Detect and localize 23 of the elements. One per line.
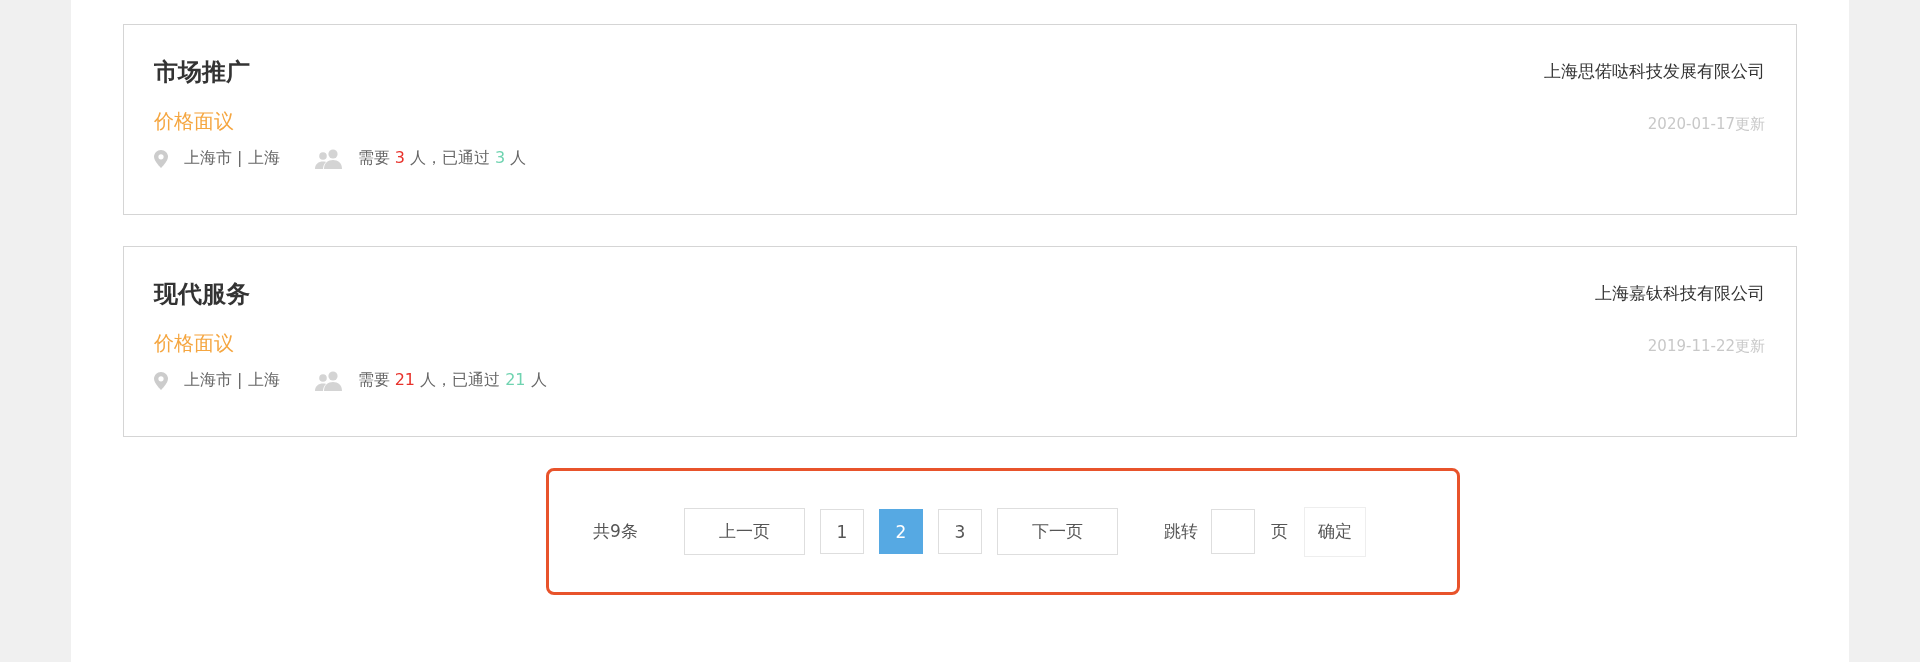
location-pin-icon	[154, 149, 168, 168]
company-name: 上海思偌哒科技发展有限公司	[1544, 60, 1765, 83]
next-page-button[interactable]: 下一页	[996, 508, 1118, 555]
page-unit-label: 页	[1270, 520, 1288, 543]
page-number-button[interactable]: 3	[937, 509, 982, 554]
people-icon	[313, 370, 344, 391]
total-count: 共9条	[593, 520, 638, 543]
jump-label: 跳转	[1163, 520, 1198, 543]
job-title: 市场推广	[154, 57, 251, 88]
page-number-button[interactable]: 1	[819, 509, 864, 554]
location-text: 上海市 | 上海	[184, 148, 280, 169]
page-input-field[interactable]	[1210, 509, 1255, 554]
confirm-button[interactable]: 确定	[1303, 506, 1366, 557]
price-text: 价格面议	[154, 108, 235, 135]
location-text: 上海市 | 上海	[184, 370, 280, 391]
people-icon	[313, 148, 344, 169]
company-name: 上海嘉钛科技有限公司	[1595, 282, 1765, 305]
location-pin-icon	[154, 371, 168, 390]
price-text: 价格面议	[154, 330, 235, 357]
headcount-text: 需要 3 人，已通过 3 人	[357, 148, 527, 169]
headcount-text: 需要 21 人，已通过 21 人	[357, 370, 547, 391]
previous-page-button[interactable]: 上一页	[683, 508, 805, 555]
job-title: 现代服务	[154, 279, 251, 310]
